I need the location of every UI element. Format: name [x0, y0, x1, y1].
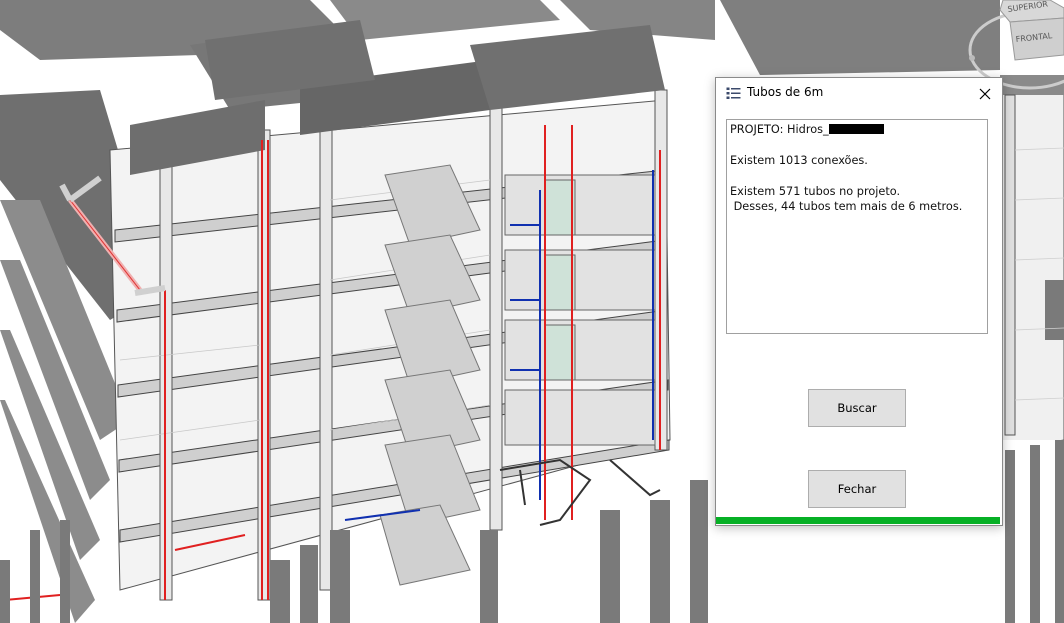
right-building — [999, 75, 1064, 623]
list-icon — [726, 87, 741, 99]
project-line: PROJETO: Hidros_ — [730, 122, 984, 137]
tubos-dialog: Tubos de 6m PROJETO: Hidros_ Existem 1013… — [715, 77, 1003, 526]
connections-line: Existem 1013 conexões. — [730, 154, 868, 167]
search-button[interactable]: Buscar — [808, 389, 906, 427]
close-button[interactable]: Fechar — [808, 470, 906, 508]
progress-bar — [716, 517, 1000, 524]
close-icon[interactable] — [968, 78, 1002, 109]
pipes-count-line: Existem 571 tubos no projeto. — [730, 185, 901, 198]
output-textbox[interactable]: PROJETO: Hidros_ Existem 1013 conexões. Ex… — [726, 119, 988, 334]
project-label: PROJETO: Hidros_ — [730, 123, 829, 136]
redaction-block — [828, 123, 884, 134]
dialog-titlebar[interactable]: Tubos de 6m — [716, 78, 1002, 109]
bathroom-blocks — [504, 174, 656, 446]
dialog-title: Tubos de 6m — [747, 85, 824, 99]
long-pipes-line: Desses, 44 tubos tem mais de 6 metros. — [730, 200, 963, 213]
